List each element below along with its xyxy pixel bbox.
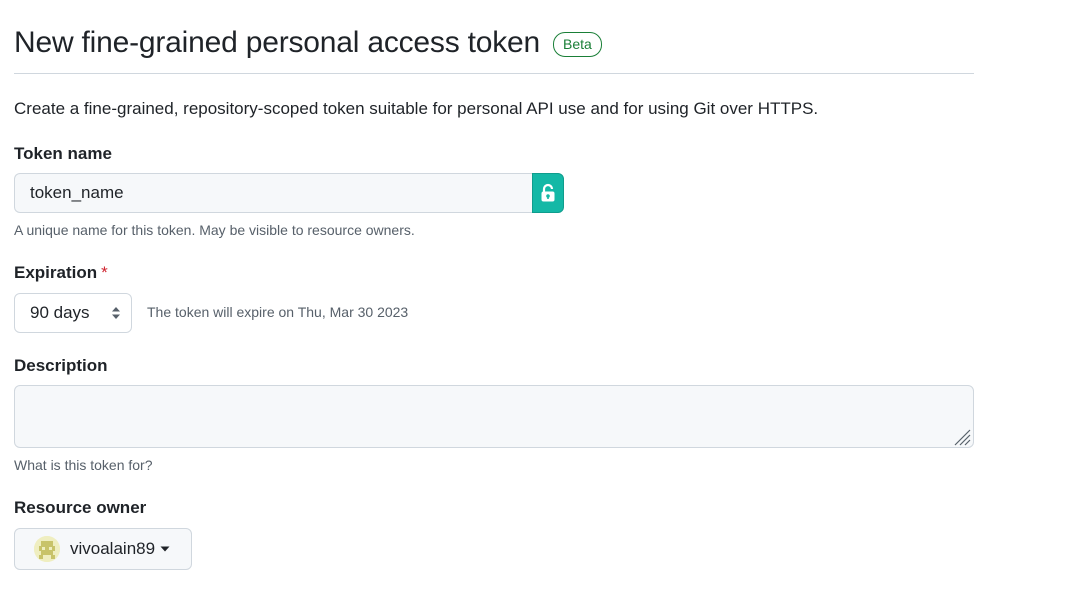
expiration-label: Expiration *: [14, 261, 108, 285]
description-label: Description: [14, 356, 108, 375]
page: New fine-grained personal access token B…: [0, 0, 1065, 591]
intro-text: Create a fine-grained, repository-scoped…: [14, 99, 819, 118]
expiration-label-text: Expiration: [14, 263, 98, 282]
page-title: New fine-grained personal access token: [14, 26, 541, 59]
beta-badge: Beta: [553, 32, 602, 57]
description-hint: What is this token for?: [14, 457, 153, 473]
description-textarea[interactable]: [14, 385, 974, 448]
token-name-input[interactable]: [14, 173, 532, 213]
token-name-label: Token name: [14, 144, 112, 163]
resize-grip-icon[interactable]: [952, 427, 972, 447]
expiration-note: The token will expire on Thu, Mar 30 202…: [147, 304, 409, 320]
expiration-select[interactable]: 90 days: [14, 293, 132, 333]
page-header: New fine-grained personal access token B…: [14, 22, 974, 74]
expiration-selected-value: 90 days: [30, 303, 90, 322]
caret-down-icon: [160, 546, 170, 552]
required-indicator: *: [101, 263, 108, 282]
lock-icon: [541, 183, 555, 202]
token-name-hint: A unique name for this token. May be vis…: [14, 222, 415, 238]
token-name-field-group: [14, 173, 564, 213]
resource-owner-label: Resource owner: [14, 498, 147, 517]
password-manager-button[interactable]: [532, 173, 564, 213]
avatar-icon: [34, 536, 60, 562]
resource-owner-name: vivoalain89: [70, 539, 156, 558]
resource-owner-dropdown[interactable]: vivoalain89: [14, 528, 192, 570]
select-arrows-icon: [111, 306, 121, 320]
